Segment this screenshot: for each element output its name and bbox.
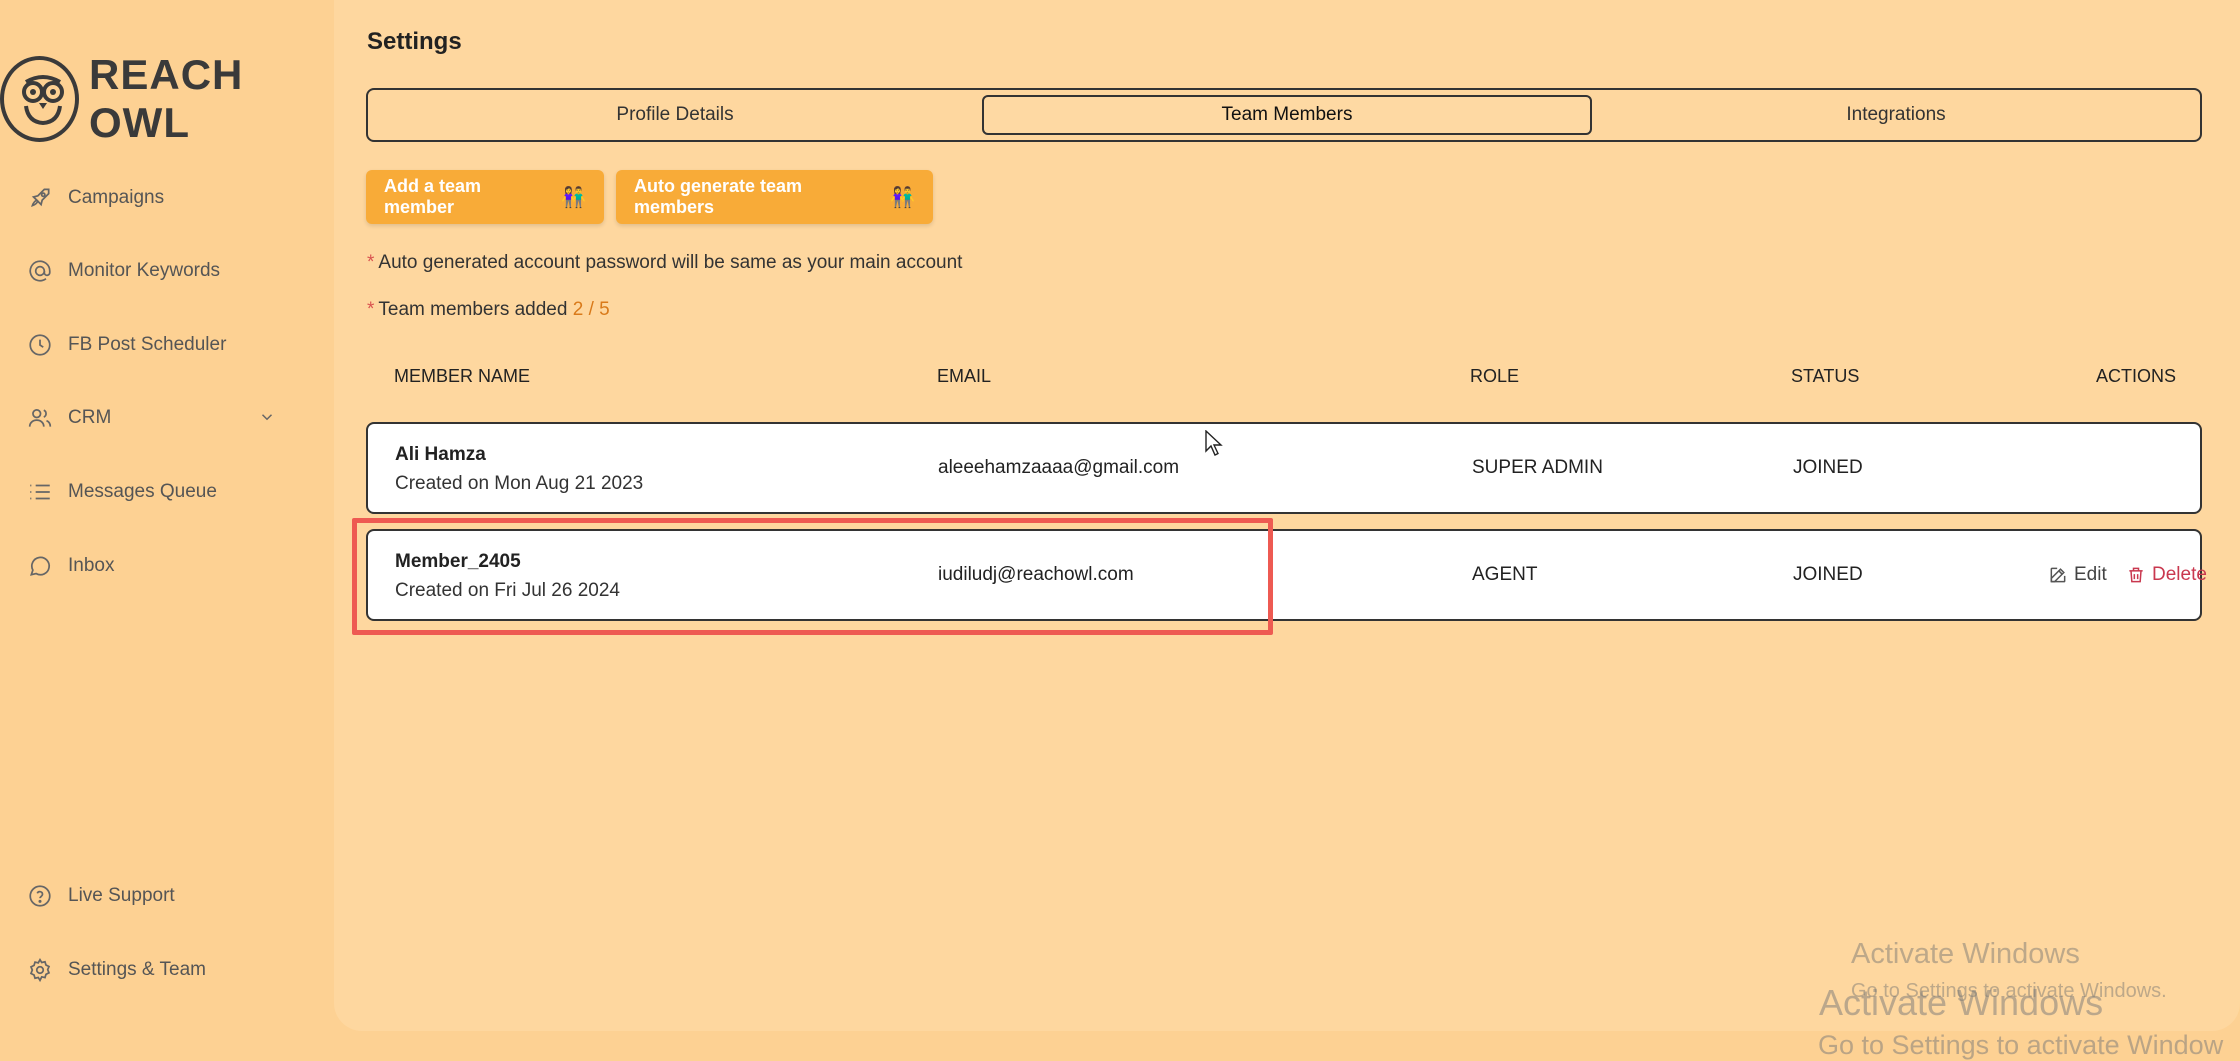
sidebar-item-label: Messages Queue bbox=[68, 481, 217, 502]
auto-generate-members-button[interactable]: Auto generate team members 👫 bbox=[616, 170, 933, 224]
members-added-label: Team members added bbox=[378, 299, 568, 320]
password-note: * Auto generated account password will be… bbox=[367, 252, 962, 274]
people-icon: 👫 bbox=[561, 186, 586, 209]
sidebar-item-label: FB Post Scheduler bbox=[68, 334, 227, 355]
member-email: aleeehamzaaaa@gmail.com bbox=[938, 457, 1180, 478]
sidebar-item-label: Live Support bbox=[68, 885, 175, 906]
member-created: Created on Mon Aug 21 2023 bbox=[395, 473, 644, 494]
tab-integrations[interactable]: Integrations bbox=[1592, 90, 2200, 140]
chevron-down-icon[interactable] bbox=[258, 408, 276, 431]
member-status: JOINED bbox=[1793, 564, 1863, 585]
delete-label: Delete bbox=[2152, 564, 2207, 585]
edit-icon bbox=[2050, 567, 2066, 583]
chat-icon bbox=[26, 552, 54, 580]
member-status: JOINED bbox=[1793, 457, 1863, 478]
brand-logo[interactable]: REACH OWL bbox=[0, 51, 333, 146]
sidebar-item-fb-post-scheduler[interactable]: FB Post Scheduler bbox=[26, 325, 306, 365]
at-icon bbox=[26, 257, 54, 285]
sidebar-item-monitor-keywords[interactable]: Monitor Keywords bbox=[26, 251, 306, 291]
sidebar-item-label: Campaigns bbox=[68, 187, 165, 208]
required-asterisk: * bbox=[367, 299, 375, 320]
required-asterisk: * bbox=[367, 252, 375, 273]
members-count-note: * Team members added 2 / 5 bbox=[367, 299, 610, 321]
activate-windows-title-large: Activate Windows bbox=[1819, 982, 2104, 1023]
header-email: EMAIL bbox=[937, 366, 992, 386]
trash-icon bbox=[2129, 567, 2143, 583]
activate-windows-title: Activate Windows bbox=[1851, 938, 2080, 970]
password-note-text: Auto generated account password will be … bbox=[378, 252, 963, 273]
sidebar-item-label: Inbox bbox=[68, 555, 115, 576]
rocket-icon bbox=[26, 184, 54, 212]
member-role: AGENT bbox=[1472, 564, 1538, 585]
delete-button[interactable]: Delete bbox=[2126, 564, 2207, 586]
member-role: SUPER ADMIN bbox=[1472, 457, 1603, 478]
brand-name: REACH OWL bbox=[89, 51, 244, 146]
owl-icon bbox=[0, 56, 80, 142]
users-icon bbox=[26, 404, 54, 432]
edit-label: Edit bbox=[2074, 564, 2107, 585]
tab-team-members[interactable]: Team Members bbox=[982, 95, 1592, 135]
tab-profile-details[interactable]: Profile Details bbox=[368, 90, 982, 140]
activate-windows-subtitle-large: Go to Settings to activate Window bbox=[1818, 1030, 2224, 1060]
header-actions: ACTIONS bbox=[2096, 366, 2177, 386]
add-team-member-button[interactable]: Add a team member 👫 bbox=[366, 170, 604, 224]
mouse-cursor-icon bbox=[1205, 429, 1225, 463]
sidebar-item-messages-queue[interactable]: Messages Queue bbox=[26, 472, 306, 512]
highlight-box bbox=[352, 518, 1273, 635]
help-icon bbox=[26, 882, 54, 910]
settings-tabs: Profile Details Team Members Integration… bbox=[366, 88, 2202, 142]
sidebar-item-live-support[interactable]: Live Support bbox=[26, 876, 306, 916]
sidebar-item-label: Monitor Keywords bbox=[68, 260, 221, 281]
list-icon bbox=[26, 478, 54, 506]
auto-generate-label: Auto generate team members bbox=[634, 176, 803, 217]
members-added-count: 2 / 5 bbox=[572, 299, 610, 320]
sidebar: REACH OWL Campaigns Monitor Keywords FB … bbox=[0, 0, 333, 1059]
page-title: Settings bbox=[367, 28, 462, 55]
sidebar-item-settings-team[interactable]: Settings & Team bbox=[26, 950, 306, 990]
header-status: STATUS bbox=[1791, 366, 1860, 386]
sidebar-item-label: CRM bbox=[68, 407, 112, 428]
main-panel: Settings Profile Details Team Members In… bbox=[334, 0, 2240, 1031]
member-name: Ali Hamza bbox=[395, 444, 486, 465]
sidebar-item-label: Settings & Team bbox=[68, 959, 207, 980]
gear-icon bbox=[26, 956, 54, 984]
people-icon: 👫 bbox=[890, 186, 915, 209]
edit-button[interactable]: Edit bbox=[2048, 564, 2107, 586]
sidebar-item-crm[interactable]: CRM bbox=[26, 398, 306, 438]
sidebar-item-inbox[interactable]: Inbox bbox=[26, 546, 306, 586]
sidebar-item-campaigns[interactable]: Campaigns bbox=[26, 178, 306, 218]
header-role: ROLE bbox=[1470, 366, 1520, 386]
header-member-name: MEMBER NAME bbox=[394, 366, 531, 386]
add-team-member-label: Add a team member bbox=[384, 176, 482, 217]
clock-icon bbox=[26, 331, 54, 359]
table-row: Ali Hamza Created on Mon Aug 21 2023 ale… bbox=[366, 422, 2202, 514]
